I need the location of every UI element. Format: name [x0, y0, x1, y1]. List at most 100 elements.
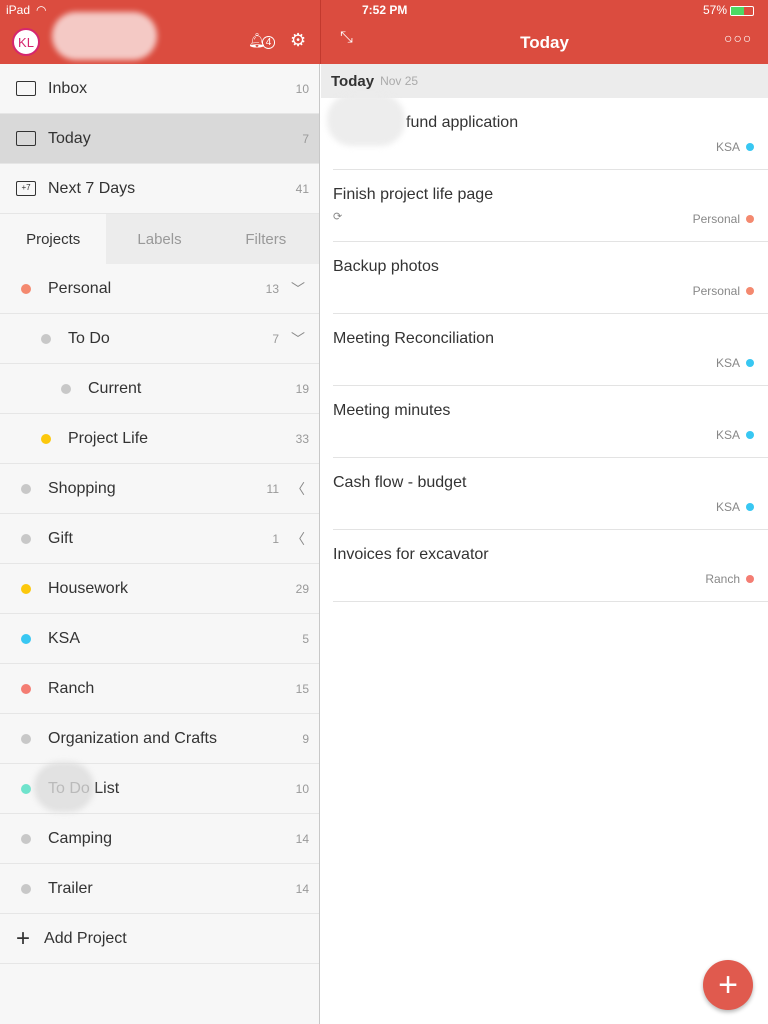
task-title: Backup photos: [333, 258, 439, 275]
project-color-dot: [21, 483, 31, 494]
project-count: 14: [295, 881, 309, 896]
chevron-left-icon[interactable]: 〈: [291, 529, 305, 549]
add-project-button[interactable]: + Add Project: [0, 914, 319, 964]
wifi-icon: ◠: [36, 3, 47, 17]
sidebar-tabs: Projects Labels Filters: [0, 214, 319, 264]
more-menu-icon[interactable]: ○○○: [724, 30, 752, 46]
project-color-dot: [746, 143, 754, 151]
notifications-button[interactable]: 🔔︎4: [248, 32, 276, 49]
add-task-button[interactable]: +: [703, 960, 753, 1010]
nav-label: Next 7 Days: [48, 179, 136, 197]
project-item[interactable]: To Do 7 ﹀: [0, 314, 319, 364]
project-color-dot: [746, 503, 754, 511]
project-count: 15: [295, 681, 309, 696]
project-count: 1: [272, 531, 279, 546]
tab-projects[interactable]: Projects: [0, 214, 107, 264]
task-project-name: Personal: [692, 284, 740, 298]
project-item[interactable]: Camping 14: [0, 814, 319, 864]
project-color-dot: [21, 583, 31, 594]
task-project: KSA: [716, 140, 754, 154]
chevron-down-icon[interactable]: ﹀: [291, 279, 305, 299]
project-item[interactable]: Project Life 33: [0, 414, 319, 464]
calendar-next7-icon: +7: [16, 181, 36, 196]
nav-count: 10: [295, 81, 309, 96]
notification-count: 4: [261, 36, 276, 49]
tab-filters[interactable]: Filters: [213, 214, 319, 264]
avatar[interactable]: KL: [12, 28, 40, 56]
task-project-name: KSA: [715, 500, 740, 514]
task-title: Finish project life page: [333, 186, 494, 203]
project-color-dot: [21, 283, 31, 294]
nav-label: Today: [48, 129, 91, 147]
task-title: Invoices for excavator: [333, 546, 489, 563]
project-color-dot: [21, 633, 31, 644]
project-count: 5: [302, 631, 309, 646]
sidebar: Inbox 10 Today 7 +7 Next 7 Days 41 Projects La…: [0, 64, 320, 1024]
task-title: Meeting Reconciliation: [333, 330, 494, 347]
page-title: Today: [520, 33, 569, 52]
task-item[interactable]: Backup photos Personal: [333, 242, 768, 314]
project-name: Trailer: [48, 879, 93, 897]
project-name: Current: [88, 379, 142, 397]
project-color-dot: [61, 383, 71, 394]
nav-item-next-7-days[interactable]: +7 Next 7 Days 41: [0, 164, 319, 214]
nav-item-today[interactable]: Today 7: [0, 114, 319, 164]
project-item[interactable]: Personal 13 ﹀: [0, 264, 319, 314]
project-count: 7: [272, 331, 279, 346]
project-count: 19: [295, 381, 309, 396]
project-color-dot: [21, 833, 31, 844]
tab-labels[interactable]: Labels: [106, 214, 212, 264]
settings-gear-icon[interactable]: ⚙: [290, 30, 306, 51]
task-item[interactable]: Cash flow - budget KSA: [333, 458, 768, 530]
project-color-dot: [746, 575, 754, 583]
project-item[interactable]: Ranch 15: [0, 664, 319, 714]
project-name: Organization and Crafts: [48, 729, 217, 747]
task-item[interactable]: Invoices for excavator Ranch: [333, 530, 768, 602]
task-project-name: Ranch: [705, 572, 740, 586]
project-color-dot: [746, 431, 754, 439]
recurring-icon: ⟳: [333, 211, 343, 223]
project-item[interactable]: Current 19: [0, 364, 319, 414]
inbox-icon: [16, 81, 36, 96]
task-title: fund application: [406, 114, 519, 131]
project-name: Camping: [48, 829, 113, 847]
project-count: 13: [265, 281, 279, 296]
project-count: 33: [295, 431, 309, 446]
project-item[interactable]: KSA 5: [0, 614, 319, 664]
project-name: To Do: [68, 329, 110, 347]
project-item[interactable]: Housework 29: [0, 564, 319, 614]
chevron-down-icon[interactable]: ﹀: [291, 329, 305, 349]
project-name: Ranch: [48, 679, 95, 697]
redacted-text: [34, 762, 94, 812]
project-name: Shopping: [48, 479, 116, 497]
project-color-dot: [746, 359, 754, 367]
project-item[interactable]: Gift 1 〈: [0, 514, 319, 564]
task-item[interactable]: Meeting Reconciliation KSA: [333, 314, 768, 386]
project-name: KSA: [48, 629, 81, 647]
project-item[interactable]: Trailer 14: [0, 864, 319, 914]
project-item[interactable]: Organization and Crafts 9: [0, 714, 319, 764]
task-item[interactable]: Meeting minutes KSA: [333, 386, 768, 458]
task-project-name: KSA: [715, 356, 740, 370]
project-item[interactable]: Shopping 11 〈: [0, 464, 319, 514]
project-count: 10: [295, 781, 309, 796]
clock: 7:52 PM: [362, 3, 408, 17]
project-color-dot: [21, 883, 31, 894]
nav-label: Inbox: [48, 79, 88, 97]
project-name: Housework: [48, 579, 129, 597]
divider: [320, 0, 321, 64]
battery-icon: [730, 6, 754, 16]
redacted-name: [52, 12, 157, 60]
project-color-dot: [746, 287, 754, 295]
project-name: Personal: [48, 279, 112, 297]
task-project-name: Personal: [692, 212, 740, 226]
project-count: 9: [302, 731, 309, 746]
task-title: Meeting minutes: [333, 402, 451, 419]
project-color-dot: [21, 733, 31, 744]
project-color-dot: [21, 533, 31, 544]
project-color-dot: [21, 683, 31, 694]
nav-item-inbox[interactable]: Inbox 10: [0, 64, 319, 114]
task-item[interactable]: Finish project life page ⟳ Personal: [333, 170, 768, 242]
today-view: Today Nov 25 fund application KSA Finish pr…: [321, 64, 768, 1024]
chevron-left-icon[interactable]: 〈: [291, 479, 305, 499]
